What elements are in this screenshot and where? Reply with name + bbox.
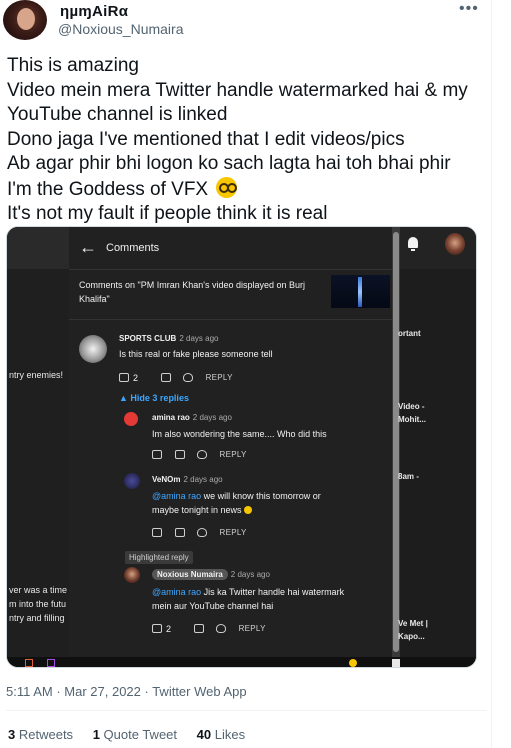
comments-header: ← Comments: [69, 227, 392, 270]
taskbar-icon: [349, 659, 357, 667]
media-right-text: Kapo...: [398, 632, 425, 641]
video-thumbnail: [331, 275, 390, 308]
comments-title: Comments: [106, 242, 160, 254]
highlighted-reply-badge: Highlighted reply: [125, 551, 193, 564]
column-divider: [491, 0, 492, 748]
tweet-line: Ab agar phir bhi logon ko sach lagta hai…: [7, 153, 451, 174]
video-caption: Comments on "PM Imran Khan's video displ…: [79, 280, 306, 304]
back-arrow-icon: ←: [79, 237, 97, 257]
reply-actions: REPLY: [152, 449, 257, 461]
comment-author: SPORTS CLUB 2 days ago: [119, 334, 219, 343]
reply-text: mein aur YouTube channel hai: [152, 601, 274, 611]
media-left-header: [7, 227, 69, 269]
like-icon: 2: [119, 372, 148, 383]
tweet-line: I'm the Goddess of VFX: [7, 178, 209, 200]
reply-button: REPLY: [205, 373, 233, 383]
more-horizontal-icon[interactable]: •••: [459, 0, 479, 18]
dislike-icon: [174, 450, 185, 460]
reply-button: REPLY: [219, 450, 247, 460]
retweets-stat[interactable]: 3 Retweets: [8, 727, 73, 742]
reply-actions: REPLY: [152, 527, 257, 539]
reply-text: @amina rao we will know this tomorrow or: [152, 491, 321, 501]
likes-stat[interactable]: 40 Likes: [197, 727, 245, 742]
reply-author: Noxious Numaira 2 days ago: [152, 569, 270, 580]
video-info-row: Comments on "PM Imran Khan's video displ…: [69, 270, 392, 320]
nerd-face-emoji-icon: [216, 176, 238, 198]
taskbar-icon: [25, 659, 33, 667]
tweet-timestamp[interactable]: 5:11 AM · Mar 27, 2022 · Twitter Web App: [6, 684, 247, 699]
heart-icon: [197, 528, 208, 538]
tweet-line: Video mein mera Twitter handle watermark…: [7, 79, 468, 101]
bell-icon: [407, 237, 419, 251]
taskbar-icon: [47, 659, 55, 667]
taskbar-icon: [392, 659, 400, 667]
reply-button: REPLY: [238, 624, 266, 634]
comment-avatar: [79, 335, 107, 363]
tweet-stats: 3 Retweets 1 Quote Tweet 40 Likes: [8, 727, 261, 742]
media-right-background: [400, 227, 476, 667]
heart-icon: [183, 373, 194, 383]
media-left-text: ntry and filling: [9, 613, 65, 623]
media-right-text: Ve Met |: [398, 619, 428, 628]
tweet-line: YouTube channel is linked: [7, 104, 228, 125]
taskbar: [7, 657, 476, 667]
tweet-line: It's not my fault if people think it is …: [7, 203, 328, 224]
comment-text: Is this real or fake please someone tell: [119, 349, 273, 359]
divider: [6, 710, 487, 711]
reply-avatar: [124, 412, 138, 426]
media-right-text: ortant: [398, 329, 421, 338]
tweet-line: This is amazing: [7, 55, 139, 76]
dislike-icon: [174, 528, 185, 538]
media-right-text: Mohit...: [398, 415, 426, 424]
author-avatar[interactable]: [3, 0, 47, 40]
comment-actions: 2 REPLY: [119, 372, 243, 384]
dislike-icon: [193, 624, 204, 634]
reply-button: REPLY: [219, 528, 247, 538]
media-right-text: 8am -: [398, 472, 419, 481]
author-handle[interactable]: @Noxious_Numaira: [58, 21, 183, 37]
media-left-text: ver was a time: [9, 585, 68, 595]
reply-text: Im also wondering the same.... Who did t…: [152, 429, 327, 439]
like-icon: 2: [152, 623, 181, 634]
tweet-line: Dono jaga I've mentioned that I edit vid…: [7, 128, 405, 150]
reply-avatar: [124, 473, 140, 489]
heart-icon: [197, 450, 208, 460]
hide-replies-toggle: ▲ Hide 3 replies: [119, 393, 189, 403]
reply-author: amina rao 2 days ago: [152, 413, 232, 422]
tweet-media-image[interactable]: ntry enemies! ver was a time m into the …: [6, 226, 477, 668]
tweet-text: This is amazing Video mein mera Twitter …: [7, 54, 487, 227]
comments-panel: ← Comments Comments on "PM Imran Khan's …: [69, 227, 392, 667]
media-right-text: Video -: [398, 402, 425, 411]
media-left-text: m into the futu: [9, 599, 67, 609]
dislike-icon: [160, 373, 171, 383]
profile-avatar: [445, 233, 465, 255]
like-icon: [152, 528, 162, 538]
scrollbar-thumb: [393, 232, 399, 652]
reply-text: @amina rao Jis ka Twitter handle hai wat…: [152, 587, 345, 597]
reply-text: maybe tonight in news: [152, 503, 253, 518]
media-left-text: ntry enemies!: [9, 370, 64, 380]
reply-author: VeNOm 2 days ago: [152, 475, 223, 484]
reply-actions: 2 REPLY: [152, 623, 276, 635]
like-icon: [152, 450, 162, 460]
author-display-name[interactable]: ηµɱAiRα: [60, 3, 128, 20]
reply-avatar: [124, 567, 140, 583]
quote-tweets-stat[interactable]: 1 Quote Tweet: [93, 727, 177, 742]
heart-icon: [216, 624, 227, 634]
